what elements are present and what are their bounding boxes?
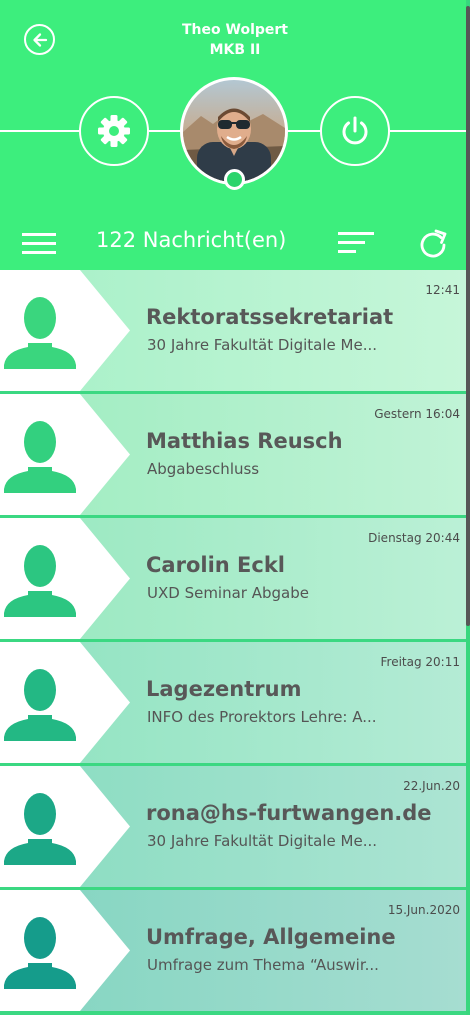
user-placeholder-icon [4,793,76,865]
gear-icon [98,115,130,147]
list-item[interactable]: 22.Jun.20 rona@hs-furtwangen.de 30 Jahre… [0,766,466,887]
divider-line-center-left [149,130,182,132]
refresh-icon[interactable] [415,227,451,263]
user-name: Theo Wolpert [182,22,288,38]
message-subject: INFO des Prorektors Lehre: A... [147,708,377,726]
message-sender: Umfrage, Allgemeine [146,925,396,949]
message-time: 15.Jun.2020 [387,903,460,917]
list-item[interactable]: Gestern 16:04 Matthias Reusch Abgabeschl… [0,394,466,515]
user-placeholder-icon [4,917,76,989]
divider-line-center-right [288,130,321,132]
divider-line-left [0,130,80,132]
hamburger-menu-icon[interactable] [22,233,56,255]
message-sender: Lagezentrum [146,677,302,701]
profile-photo [183,108,285,182]
message-subject: 30 Jahre Fakultät Digitale Me... [147,832,377,850]
online-status-indicator [224,169,245,190]
message-count: 122 Nachricht(en) [96,228,287,252]
list-item[interactable]: 12:41 Rektoratssekretariat 30 Jahre Faku… [0,270,466,391]
message-subject: UXD Seminar Abgabe [147,584,309,602]
message-time: Gestern 16:04 [374,407,460,421]
power-icon [342,116,368,145]
message-time: Dienstag 20:44 [368,531,460,545]
message-time: 12:41 [425,283,460,297]
message-time: 22.Jun.20 [403,779,460,793]
message-subject: 30 Jahre Fakultät Digitale Me... [147,336,377,354]
message-subject: Abgabeschluss [147,460,260,478]
message-sender: Carolin Eckl [146,553,285,577]
user-placeholder-icon [4,669,76,741]
user-group: MKB II [209,42,261,58]
message-sender: Rektoratssekretariat [146,305,394,329]
user-placeholder-icon [4,421,76,493]
list-item[interactable]: Dienstag 20:44 Carolin Eckl UXD Seminar … [0,518,466,639]
divider-line-right [390,130,470,132]
message-time: Freitag 20:11 [380,655,461,669]
message-sender: rona@hs-furtwangen.de [146,801,432,825]
logout-button[interactable] [320,96,390,166]
scrollbar-thumb[interactable] [466,6,470,626]
list-item[interactable]: Freitag 20:11 Lagezentrum INFO des Prore… [0,642,466,763]
user-placeholder-icon [4,297,76,369]
message-sender: Matthias Reusch [146,429,343,453]
sort-lines-icon[interactable] [338,232,374,256]
message-subject: Umfrage zum Thema “Auswir... [147,956,379,974]
list-item[interactable]: 15.Jun.2020 Umfrage, Allgemeine Umfrage … [0,890,466,1011]
user-placeholder-icon [4,545,76,617]
settings-button[interactable] [79,96,149,166]
profile-header: Theo Wolpert MKB II 122 Nachricht(en) [0,0,470,270]
message-list: 12:41 Rektoratssekretariat 30 Jahre Faku… [0,270,466,1014]
